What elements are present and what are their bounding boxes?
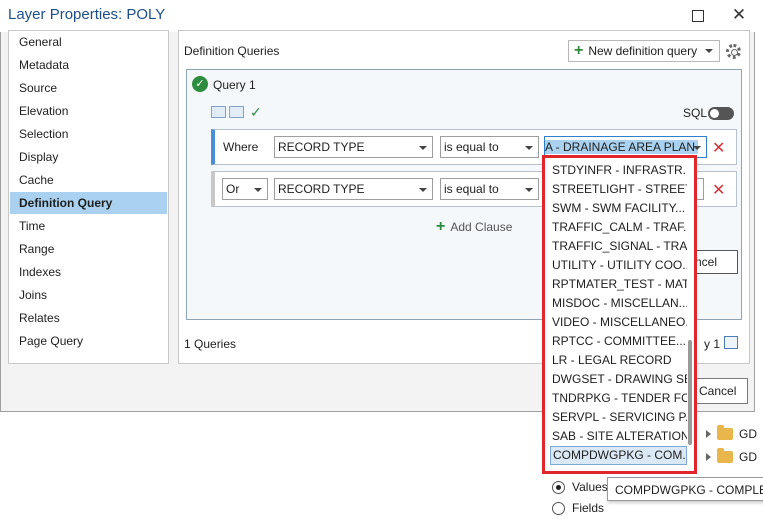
check-circle-icon: ✓ bbox=[192, 76, 208, 92]
nav-item-page-query[interactable]: Page Query bbox=[10, 330, 167, 352]
tooltip: COMPDWGPKG - COMPLET bbox=[607, 477, 763, 501]
window-title: Layer Properties: POLY bbox=[8, 6, 166, 23]
plus-icon: + bbox=[436, 218, 446, 235]
gear-icon[interactable] bbox=[726, 44, 741, 59]
indent-left-icon[interactable] bbox=[211, 106, 226, 118]
operator-value: is equal to bbox=[444, 140, 499, 154]
nav-item-definition-query[interactable]: Definition Query bbox=[10, 192, 167, 214]
property-nav: General Metadata Source Elevation Select… bbox=[8, 30, 169, 364]
list-item[interactable]: TNDRPKG - TENDER FO... bbox=[550, 389, 687, 408]
chevron-down-icon[interactable] bbox=[705, 49, 714, 53]
chevron-right-icon[interactable] bbox=[706, 430, 711, 438]
operator-select[interactable]: is equal to bbox=[440, 178, 539, 200]
connector-value: Or bbox=[226, 182, 240, 196]
title-bar: Layer Properties: POLY ✕ bbox=[0, 0, 755, 32]
chevron-down-icon bbox=[419, 188, 427, 192]
remove-clause-icon[interactable]: ✕ bbox=[712, 138, 725, 158]
field-select[interactable]: RECORD TYPE bbox=[274, 136, 433, 158]
radio-fields[interactable]: Fields bbox=[552, 498, 604, 518]
chevron-down-icon bbox=[525, 146, 533, 150]
sql-label: SQL bbox=[683, 106, 708, 120]
section-title: Definition Queries bbox=[184, 44, 280, 58]
nav-item-general[interactable]: General bbox=[10, 31, 167, 53]
folder-icon bbox=[717, 448, 733, 463]
tree-item[interactable]: GD bbox=[706, 423, 757, 445]
field-value: RECORD TYPE bbox=[278, 182, 365, 196]
verify-check-icon[interactable]: ✓ bbox=[250, 104, 262, 121]
radio-button[interactable] bbox=[552, 501, 565, 515]
field-value: RECORD TYPE bbox=[278, 140, 365, 154]
list-item[interactable]: STDYINFR - INFRASTR... bbox=[550, 161, 687, 180]
new-query-label: New definition query bbox=[588, 44, 698, 58]
list-item[interactable]: SERVPL - SERVICING P... bbox=[550, 408, 687, 427]
nav-item-range[interactable]: Range bbox=[10, 238, 167, 260]
radio-label: Fields bbox=[572, 501, 605, 515]
list-item[interactable]: TRAFFIC_CALM - TRAF... bbox=[550, 218, 687, 237]
close-button[interactable]: ✕ bbox=[730, 6, 748, 24]
nav-item-indexes[interactable]: Indexes bbox=[10, 261, 167, 283]
list-item-highlighted[interactable]: COMPDWGPKG - COM... bbox=[550, 446, 687, 465]
plus-icon: + bbox=[574, 42, 584, 59]
nav-item-relates[interactable]: Relates bbox=[10, 307, 167, 329]
nav-item-joins[interactable]: Joins bbox=[10, 284, 167, 306]
add-clause-button[interactable]: + Add Clause bbox=[436, 219, 512, 235]
list-item[interactable]: SWM - SWM FACILITY... bbox=[550, 199, 687, 218]
sql-view-icon[interactable] bbox=[724, 336, 738, 349]
folder-icon bbox=[717, 425, 733, 440]
list-item[interactable]: MISDOC - MISCELLAN... bbox=[550, 294, 687, 313]
query-cancel-button[interactable]: ncel bbox=[690, 250, 738, 274]
new-definition-query-button[interactable]: + New definition query bbox=[568, 40, 720, 62]
add-clause-label: Add Clause bbox=[450, 220, 513, 234]
list-item[interactable]: TRAFFIC_SIGNAL - TRA... bbox=[550, 237, 687, 256]
nav-item-selection[interactable]: Selection bbox=[10, 123, 167, 145]
list-item[interactable]: SAB - SITE ALTERATION bbox=[550, 427, 687, 446]
nav-item-time[interactable]: Time bbox=[10, 215, 167, 237]
nav-item-cache[interactable]: Cache bbox=[10, 169, 167, 191]
list-item[interactable]: RPTCC - COMMITTEE... bbox=[550, 332, 687, 351]
indent-right-icon[interactable] bbox=[229, 106, 244, 118]
nav-item-display[interactable]: Display bbox=[10, 146, 167, 168]
cancel-button[interactable]: Cancel bbox=[690, 378, 748, 404]
nav-item-metadata[interactable]: Metadata bbox=[10, 54, 167, 76]
radio-button[interactable] bbox=[552, 480, 565, 494]
tree-item[interactable]: GD bbox=[706, 446, 757, 468]
nav-item-source[interactable]: Source bbox=[10, 77, 167, 99]
footer-right-text: y 1 bbox=[704, 337, 721, 351]
radio-label: Values bbox=[572, 480, 608, 494]
scrollbar-thumb[interactable] bbox=[688, 340, 692, 445]
clause-connector: Where bbox=[223, 140, 259, 154]
sql-toggle[interactable] bbox=[708, 107, 734, 120]
operator-select[interactable]: is equal to bbox=[440, 136, 539, 158]
nav-item-elevation[interactable]: Elevation bbox=[10, 100, 167, 122]
tree-item-label: GD bbox=[739, 450, 757, 464]
operator-value: is equal to bbox=[444, 182, 499, 196]
tree-item-label: GD bbox=[739, 427, 757, 441]
value-text: A - DRAINAGE AREA PLAN bbox=[545, 140, 699, 154]
chevron-down-icon bbox=[254, 188, 262, 192]
chevron-right-icon[interactable] bbox=[706, 453, 711, 461]
chevron-down-icon bbox=[693, 146, 701, 150]
value-dropdown-list[interactable]: STDYINFR - INFRASTR... STREETLIGHT - STR… bbox=[542, 155, 697, 474]
list-item[interactable]: UTILITY - UTILITY COO... bbox=[550, 256, 687, 275]
list-item[interactable]: VIDEO - MISCELLANEO... bbox=[550, 313, 687, 332]
list-item[interactable]: LR - LEGAL RECORD bbox=[550, 351, 687, 370]
list-item[interactable]: STREETLIGHT - STREET... bbox=[550, 180, 687, 199]
query-name: Query 1 bbox=[213, 78, 256, 92]
chevron-down-icon bbox=[525, 188, 533, 192]
list-item[interactable]: RPTMATER_TEST - MAT... bbox=[550, 275, 687, 294]
radio-values[interactable]: Values bbox=[552, 477, 608, 497]
chevron-down-icon bbox=[419, 146, 427, 150]
list-item[interactable]: DWGSET - DRAWING SET bbox=[550, 370, 687, 389]
field-select[interactable]: RECORD TYPE bbox=[274, 178, 433, 200]
maximize-button[interactable] bbox=[688, 6, 706, 24]
connector-select[interactable]: Or bbox=[222, 178, 268, 200]
remove-clause-icon[interactable]: ✕ bbox=[712, 180, 725, 200]
query-count: 1 Queries bbox=[184, 337, 237, 351]
